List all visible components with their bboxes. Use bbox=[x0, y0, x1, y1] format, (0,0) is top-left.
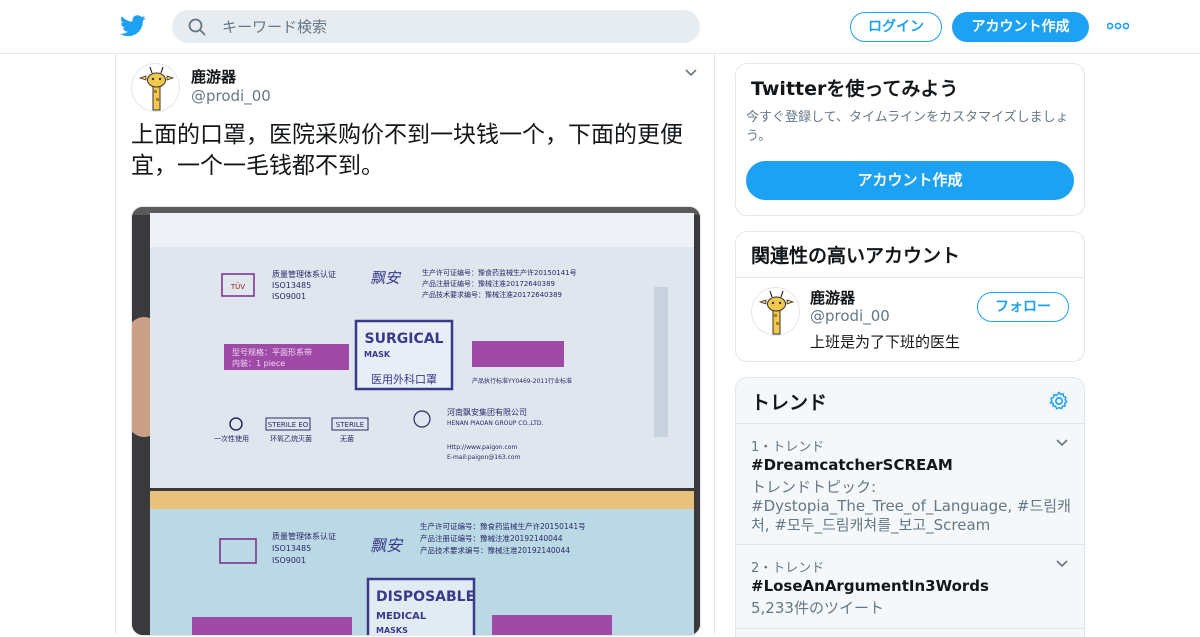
brand-top: 飘安 bbox=[370, 269, 402, 287]
company-cn: 河南飘安集团有限公司 bbox=[447, 407, 527, 417]
cert-title-bottom: 质量管理体系认证 bbox=[272, 531, 336, 541]
cert-title-top: 质量管理体系认证 bbox=[272, 269, 336, 279]
tweet-media[interactable]: TÜV 质量管理体系认证 ISO13485 ISO9001 飘安 生产许可证编号… bbox=[131, 206, 701, 636]
try-twitter-description: 今すぐ登録して、タイムラインをカスタマイズしましょう。 bbox=[746, 110, 1069, 144]
license-2-top: 产品注册证编号：豫械注准20172640389 bbox=[422, 279, 555, 288]
mask-label-top: MASK bbox=[364, 350, 391, 359]
top-bar: ログイン アカウント作成 bbox=[0, 0, 1200, 54]
trend-name[interactable]: #LoseAnArgumentIn3Words bbox=[751, 577, 989, 595]
follow-button[interactable]: フォロー bbox=[977, 292, 1069, 322]
search-bar[interactable] bbox=[172, 10, 700, 43]
related-account-bio: 上班是为了下班的医生 bbox=[810, 333, 961, 351]
cert-2-bottom: ISO9001 bbox=[272, 556, 306, 565]
twitter-logo-icon[interactable] bbox=[120, 14, 146, 38]
chevron-down-icon[interactable] bbox=[1055, 438, 1069, 447]
sterile-1: STERILE EO bbox=[268, 421, 309, 429]
cert-2-top: ISO9001 bbox=[272, 292, 306, 301]
trend-item[interactable]: 2・トレンド #LoseAnArgumentIn3Words 5,233件のツイ… bbox=[736, 544, 1084, 630]
license-2-bottom: 产品注册证编号：豫械注准20192140044 bbox=[420, 533, 563, 543]
settings-gear-icon[interactable] bbox=[1048, 390, 1070, 412]
label-1: 一次性使用 bbox=[214, 434, 249, 443]
disposable-label: DISPOSABLE bbox=[376, 589, 475, 605]
divider bbox=[736, 277, 1084, 278]
tweet-text: 上面的口罩，医院采购价不到一块钱一个，下面的更便宜，一个一毛钱都不到。 bbox=[131, 122, 683, 179]
login-button[interactable]: ログイン bbox=[850, 12, 942, 42]
license-3-bottom: 产品技术要求编号：豫械注准20192140044 bbox=[420, 545, 570, 555]
license-1-top: 生产许可证编号：豫食药监械生产许20150141号 bbox=[422, 268, 577, 277]
standard-top: 产品执行标准YY0469-2011行业标准 bbox=[472, 377, 572, 385]
giraffe-avatar-icon bbox=[758, 290, 795, 335]
related-avatar[interactable] bbox=[751, 287, 800, 336]
chevron-down-icon[interactable] bbox=[1055, 559, 1069, 568]
trend-item[interactable]: 1・トレンド #DreamcatcherSCREAM トレンドトピック: #Dy… bbox=[736, 423, 1084, 545]
cert-1-top: ISO13485 bbox=[272, 281, 311, 290]
svg-text:TÜV: TÜV bbox=[230, 282, 245, 291]
divider bbox=[736, 628, 1084, 629]
sterile-2: STERILE bbox=[336, 421, 364, 429]
related-accounts-box: 関連性の高いアカウント 鹿游器 @prodi_00 上班是为了下班的医生 フォロ… bbox=[735, 231, 1085, 362]
label-3: 无菌 bbox=[340, 434, 354, 443]
chevron-down-icon[interactable] bbox=[684, 68, 698, 78]
trend-meta: 1・トレンド bbox=[751, 440, 825, 455]
email-top: E-mail:paigon@163.com bbox=[447, 454, 521, 461]
license-1-bottom: 生产许可证编号：豫食药监械生产许20150141号 bbox=[420, 521, 586, 531]
tweet-column: 鹿游器 @prodi_00 上面的口罩，医院采购价不到一块钱一个，下面的更便宜，… bbox=[115, 54, 715, 636]
giraffe-avatar-icon bbox=[138, 66, 175, 111]
medical-label: MEDICAL bbox=[376, 611, 427, 622]
surgical-label: SURGICAL bbox=[365, 331, 444, 347]
avatar[interactable] bbox=[131, 63, 180, 112]
trends-title: トレンド bbox=[751, 392, 828, 414]
mask-package-photo: TÜV 质量管理体系认证 ISO13485 ISO9001 飘安 生产许可证编号… bbox=[132, 207, 700, 635]
related-account-name[interactable]: 鹿游器 bbox=[810, 287, 855, 308]
masks-label: MASKS bbox=[376, 626, 408, 635]
license-3-top: 产品技术要求编号：豫械注准20172640389 bbox=[422, 290, 562, 299]
web-top: Http://www.paigon.com bbox=[447, 444, 517, 451]
related-accounts-title: 関連性の高いアカウント bbox=[751, 245, 961, 267]
tweet-author-handle[interactable]: @prodi_00 bbox=[191, 87, 271, 105]
more-icon[interactable] bbox=[1107, 22, 1129, 30]
try-twitter-title: Twitterを使ってみよう bbox=[751, 78, 959, 100]
pack-top: 内装：1 piece bbox=[232, 358, 285, 368]
company-en: HENAN PIAOAN GROUP CO.,LTD. bbox=[447, 420, 544, 427]
signup-button[interactable]: アカウント作成 bbox=[952, 12, 1089, 42]
signup-button-sidebar[interactable]: アカウント作成 bbox=[746, 161, 1074, 200]
mask-cn-label: 医用外科口罩 bbox=[371, 372, 437, 386]
label-2: 环氧乙烷灭菌 bbox=[270, 434, 312, 443]
spec-top: 型号规格：平面形系带 bbox=[232, 347, 312, 357]
trends-box: トレンド 1・トレンド #DreamcatcherSCREAM トレンドトピック… bbox=[735, 377, 1085, 637]
trend-topics: トレンドトピック: #Dystopia_The_Tree_of_Language… bbox=[751, 478, 1071, 534]
cert-1-bottom: ISO13485 bbox=[272, 544, 311, 553]
related-account-handle[interactable]: @prodi_00 bbox=[810, 307, 890, 325]
trend-name[interactable]: #DreamcatcherSCREAM bbox=[751, 456, 953, 474]
brand-bottom: 飘安 bbox=[370, 536, 404, 555]
trend-meta: 2・トレンド bbox=[751, 561, 825, 576]
try-twitter-box: Twitterを使ってみよう 今すぐ登録して、タイムラインをカスタマイズしましょ… bbox=[735, 63, 1085, 216]
search-input[interactable] bbox=[222, 10, 682, 43]
search-icon bbox=[188, 18, 206, 36]
tweet-author-name[interactable]: 鹿游器 bbox=[191, 66, 236, 87]
trend-tweet-count: 5,233件のツイート bbox=[751, 599, 884, 617]
